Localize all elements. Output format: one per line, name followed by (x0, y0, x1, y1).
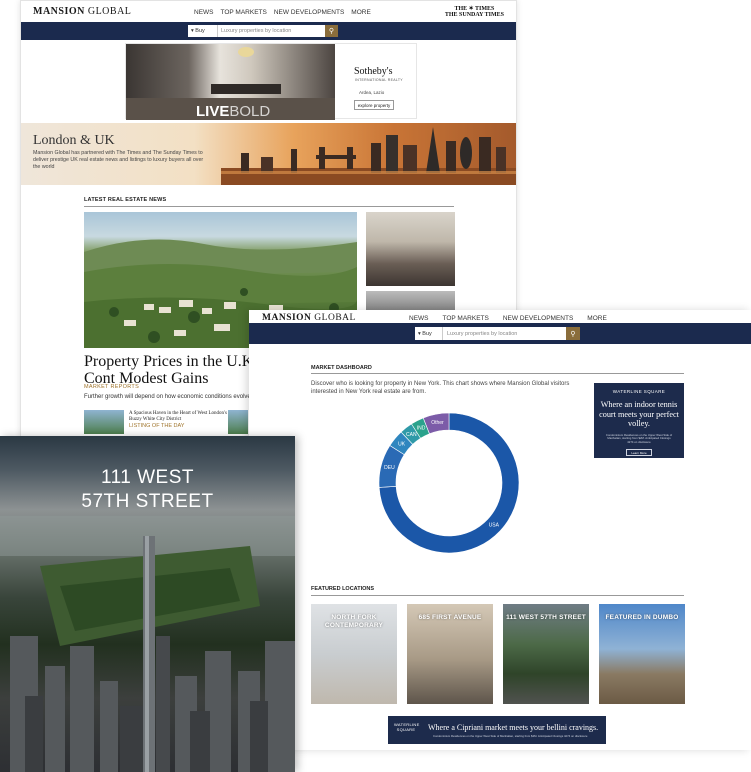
ad-tagline-rest: BOLD (229, 103, 271, 120)
nav-more[interactable]: MORE (351, 9, 371, 16)
section-divider (84, 206, 454, 207)
donut-label-can: CAN (406, 432, 417, 438)
banner-headline: Where a Cipriani market meets your belli… (428, 723, 599, 732)
side-article-image[interactable] (366, 212, 455, 286)
banner-fineprint: Condominium Residences on the Upper West… (433, 734, 588, 738)
nav-news[interactable]: NEWS (409, 315, 429, 322)
featured-card-label: 685 FIRST AVENUE (418, 614, 482, 621)
top-header: MANSION GLOBAL NEWS TOP MARKETS NEW DEVE… (21, 1, 516, 21)
search-bar: ▾ Buy Luxury properties by location ⚲ (21, 22, 516, 40)
london-skyline-image (221, 127, 516, 185)
search-icon[interactable]: ⚲ (325, 25, 338, 37)
search-input[interactable]: Luxury properties by location (443, 331, 566, 337)
featured-card-label: FEATURED IN DUMBO (605, 614, 679, 621)
article-category[interactable]: MARKET REPORTS (84, 384, 139, 390)
featured-card-label: 111 WEST 57TH STREET (506, 614, 586, 621)
donut-label-uk: UK (398, 441, 406, 447)
search-icon[interactable]: ⚲ (566, 327, 580, 340)
sothebys-logo: Sotheby's (354, 66, 393, 77)
main-nav: NEWS TOP MARKETS NEW DEVELOPMENTS MORE (409, 315, 607, 322)
times-logo-line2: THE SUNDAY TIMES (444, 12, 504, 18)
search-input[interactable]: Luxury properties by location (218, 28, 325, 34)
ad-fineprint: Condominium Residences on the Upper West… (605, 432, 673, 444)
hero-text: Mansion Global has partnered with The Ti… (33, 150, 204, 170)
dashboard-intro: Discover who is looking for property in … (311, 381, 570, 395)
ad-location: Ardea, Lazio (359, 90, 385, 95)
featured-card-dumbo[interactable]: FEATURED IN DUMBO (599, 604, 685, 704)
sothebys-sub: INTERNATIONAL REALTY (355, 78, 403, 82)
london-uk-hero[interactable]: London & UK Mansion Global has partnered… (21, 123, 516, 185)
article-description: Further growth will depend on how econom… (84, 394, 251, 400)
ad-headline: Where an indoor tennis court meets your … (599, 400, 679, 428)
nav-top-markets[interactable]: TOP MARKETS (443, 315, 489, 322)
article-headline[interactable]: Property Prices in the U.K. Cont Modest … (84, 353, 264, 387)
search-box: ▾ Buy Luxury properties by location ⚲ (188, 25, 338, 37)
waterline-square-banner[interactable]: WATERLINE SQUARE Where a Cipriani market… (388, 716, 606, 744)
nav-news[interactable]: NEWS (194, 9, 214, 16)
section-divider (311, 595, 684, 596)
featured-card-north-fork[interactable]: NORTH FORK CONTEMPORARY (311, 604, 397, 704)
main-nav: NEWS TOP MARKETS NEW DEVELOPMENTS MORE (194, 9, 371, 16)
hero-title: London & UK (33, 133, 115, 148)
ad-brand: WATERLINE SQUARE (612, 389, 666, 394)
donut-label-ind: IND (417, 426, 426, 432)
donut-label-deu: DEU (384, 465, 395, 471)
waterline-square-ad[interactable]: WATERLINE SQUARE Where an indoor tennis … (594, 383, 684, 458)
buy-label: Buy (195, 28, 205, 34)
ad-tagline: LIVEBOLD (196, 103, 270, 120)
visitor-origin-donut-chart[interactable]: USA DEU UKCANIND Other (374, 408, 524, 558)
nav-new-developments[interactable]: NEW DEVELOPMENTS (503, 315, 573, 322)
ad-tagline-bold: LIVE (196, 103, 230, 120)
nav-top-markets[interactable]: TOP MARKETS (221, 9, 267, 16)
market-dashboard-title: MARKET DASHBOARD (311, 365, 372, 371)
buy-label: Buy (422, 330, 432, 337)
new-york-market-screenshot: MANSION GLOBAL NEWS TOP MARKETS NEW DEVE… (249, 310, 751, 750)
logo-rest: GLOBAL (84, 6, 132, 17)
111-west-57th-cover[interactable]: 111 WEST 57TH STREET (0, 436, 295, 772)
featured-card-label: NORTH FORK CONTEMPORARY (324, 614, 384, 629)
logo-bold: MANSION (262, 313, 312, 323)
sothebys-ad[interactable]: LIVEBOLD Sotheby's INTERNATIONAL REALTY … (125, 43, 417, 120)
search-box: ▾ Buy Luxury properties by location ⚲ (415, 327, 580, 340)
section-title: LATEST REAL ESTATE NEWS (84, 197, 167, 203)
listing-category[interactable]: LISTING OF THE DAY (129, 423, 184, 429)
cover-title-line2: 57TH STREET (81, 491, 214, 512)
search-bar: ▾ Buy Luxury properties by location ⚲ (249, 323, 751, 344)
featured-card-685-first-avenue[interactable]: 685 FIRST AVENUE (407, 604, 493, 704)
listing-title[interactable]: A Spacious Haven in the Heart of West Lo… (129, 411, 229, 423)
donut-label-other: Other (431, 420, 444, 426)
listing-image[interactable] (84, 410, 124, 434)
buy-dropdown[interactable]: ▾ Buy (188, 25, 218, 37)
listing-image-2[interactable] (228, 410, 248, 434)
site-logo[interactable]: MANSION GLOBAL (33, 6, 131, 17)
ad-photo: LIVEBOLD (126, 44, 335, 120)
cover-title: 111 WEST 57TH STREET (0, 466, 295, 514)
times-partner-logo[interactable]: THE ✶ TIMES THE SUNDAY TIMES (445, 6, 504, 18)
featured-card-111-west-57th[interactable]: 111 WEST 57TH STREET (503, 604, 589, 704)
section-divider (311, 373, 684, 374)
buy-dropdown[interactable]: ▾ Buy (415, 327, 443, 340)
logo-bold: MANSION (33, 6, 85, 17)
featured-locations-title: FEATURED LOCATIONS (311, 586, 375, 592)
donut-label-usa: USA (489, 523, 500, 529)
site-logo[interactable]: MANSION GLOBAL (262, 313, 356, 323)
ad-photo-table (211, 84, 281, 94)
logo-rest: GLOBAL (311, 313, 356, 323)
cover-title-line1: 111 WEST (100, 467, 195, 488)
nav-more[interactable]: MORE (587, 315, 607, 322)
nav-new-developments[interactable]: NEW DEVELOPMENTS (274, 9, 344, 16)
ad-photo-lamp (238, 47, 254, 57)
explore-property-button[interactable]: explore property (354, 100, 394, 110)
banner-brand: WATERLINE SQUARE (394, 722, 420, 732)
learn-more-button[interactable]: Learn More (626, 449, 652, 456)
